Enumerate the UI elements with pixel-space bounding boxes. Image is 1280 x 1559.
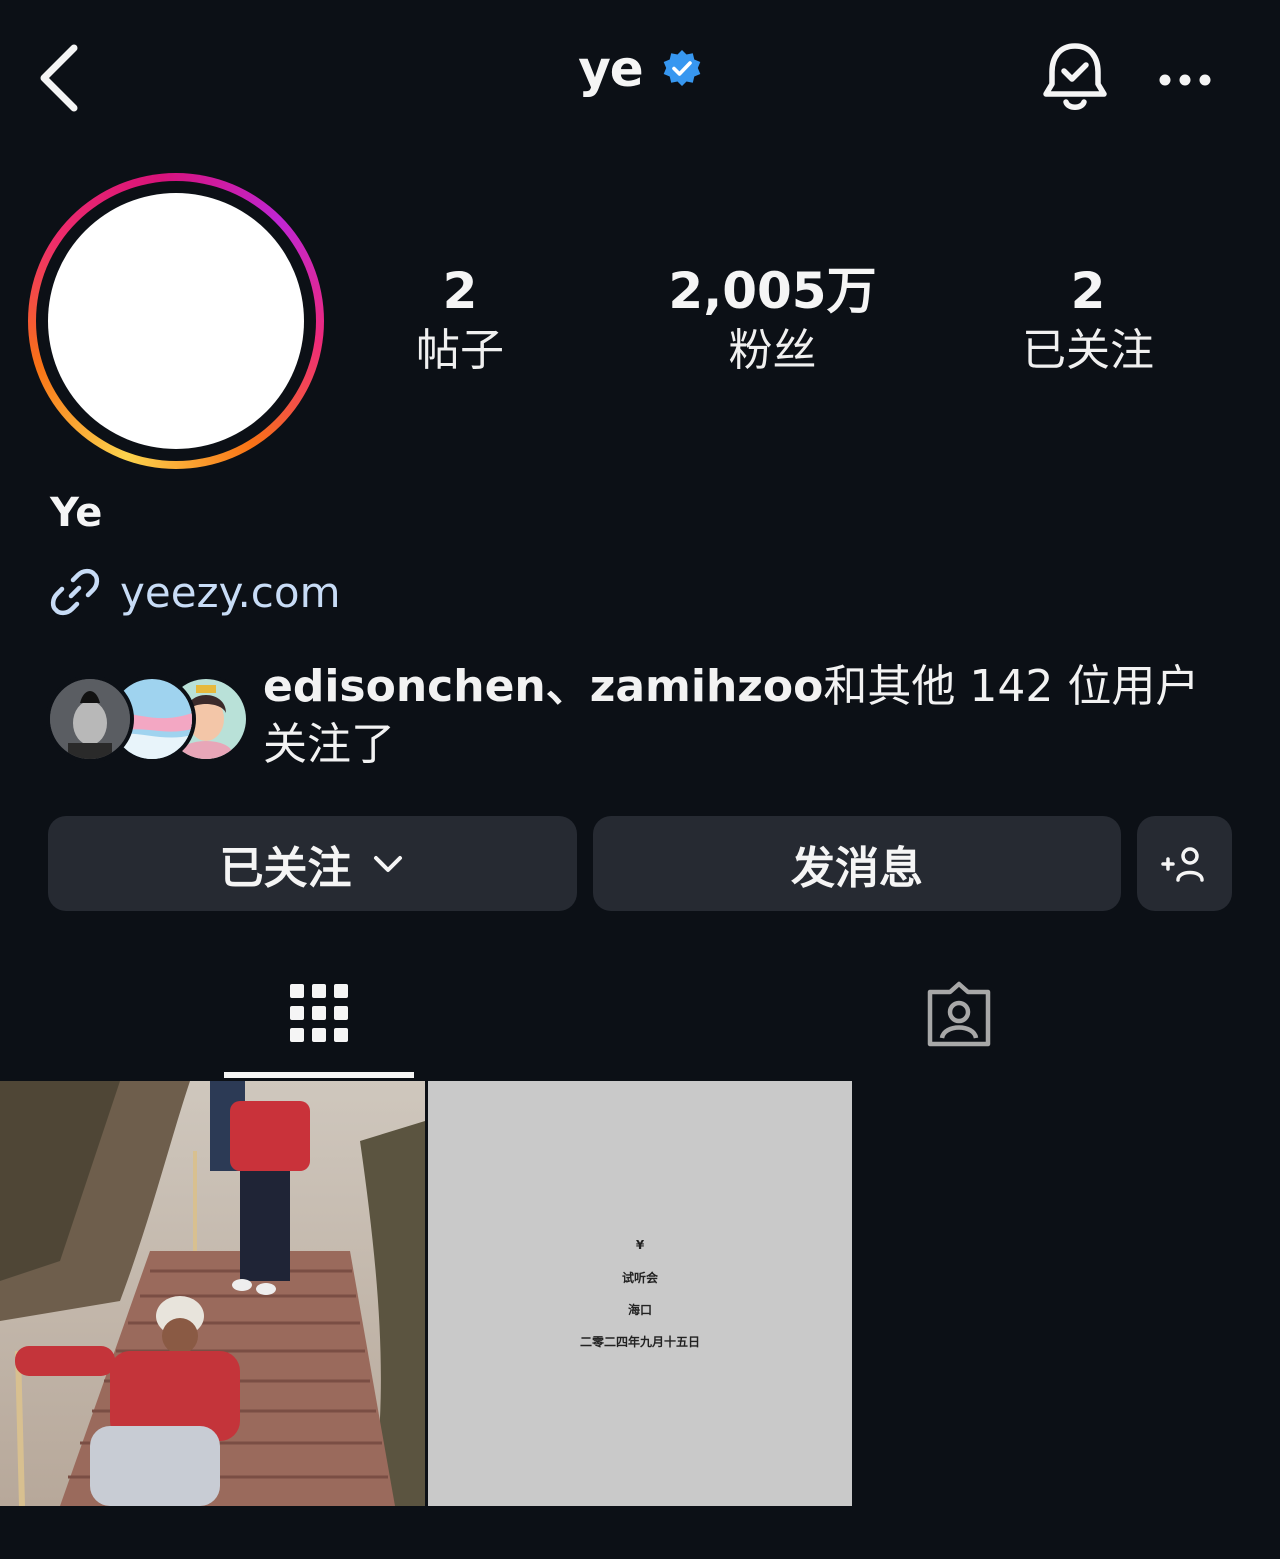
message-button[interactable]: 发消息 [593,816,1121,911]
following-count: 2 [1070,262,1106,320]
stat-posts[interactable]: 2 帖子 [380,262,540,382]
tab-tagged[interactable] [864,960,1054,1078]
poster-line-2: 试听会 [621,1271,658,1285]
link-icon [50,568,100,616]
chevron-down-icon [373,855,402,872]
display-name: Ye [50,490,103,536]
stat-following[interactable]: 2 已关注 [990,262,1186,382]
following-label: 已关注 [1022,325,1154,376]
post-poster[interactable]: ¥ 试听会 海口 二零二四年九月十五日 [428,1081,852,1506]
story-ring[interactable] [28,173,324,469]
followed-by-names: edisonchen、zamihzoo [263,661,824,712]
message-button-label: 发消息 [791,842,923,894]
photo-image [0,1081,425,1506]
verified-badge-icon [663,50,701,86]
followed-by-text[interactable]: edisonchen、zamihzoo和其他 142 位用户关注了 [263,658,1238,774]
post-photo-stairs[interactable] [0,1081,425,1506]
posts-label: 帖子 [416,325,504,376]
tagged-person-icon [927,981,991,1047]
mutual-avatar-1 [46,675,134,763]
more-horizontal-icon[interactable] [1150,60,1220,100]
person-icon [50,679,130,759]
avatar [48,193,304,449]
mutual-followers-avatars[interactable] [46,675,250,765]
followers-label: 粉丝 [728,325,817,376]
active-tab-indicator [224,1072,414,1078]
poster-line-1: ¥ [635,1238,645,1252]
add-person-icon [1160,846,1204,882]
profile-page: ye 2 帖子 2,005万 粉丝 2 已关注 Ye yeezy.com edi… [0,0,1280,1559]
following-button[interactable]: 已关注 [48,816,577,911]
bell-check-icon[interactable] [1038,40,1112,116]
poster-line-4: 二零二四年九月十五日 [579,1335,700,1349]
profile-link[interactable]: yeezy.com [48,562,341,622]
tab-posts-grid[interactable] [224,960,414,1078]
stat-followers[interactable]: 2,005万 粉丝 [630,262,915,382]
username: ye [578,40,644,98]
followers-count: 2,005万 [668,262,877,320]
link-text: yeezy.com [120,567,341,617]
suggest-users-button[interactable] [1137,816,1232,911]
poster-line-3: 海口 [627,1303,652,1317]
grid-icon [290,984,348,1042]
posts-count: 2 [442,262,478,320]
following-button-label: 已关注 [219,842,352,894]
